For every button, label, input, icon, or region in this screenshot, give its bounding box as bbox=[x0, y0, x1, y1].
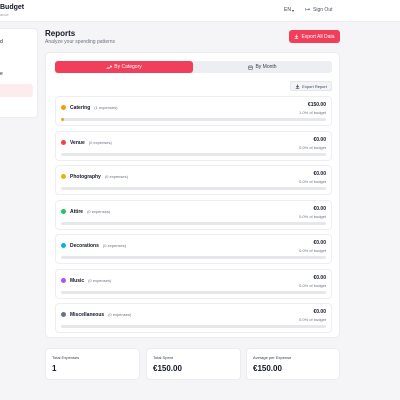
category-expense-count: (0 expenses) bbox=[87, 208, 111, 214]
reports-card: By Category By Month Export Report Cater… bbox=[45, 52, 340, 338]
category-name-label: Attire bbox=[70, 208, 84, 215]
category-color-dot bbox=[61, 105, 66, 110]
category-row: Decorations (0 expenses) €0.00 0.0% of budg… bbox=[55, 234, 332, 264]
export-all-data-button[interactable]: Export All Data bbox=[289, 30, 340, 43]
stat-total-expenses: Total Expenses 1 bbox=[45, 348, 140, 380]
stat-label: Average per Expense bbox=[253, 355, 292, 360]
category-amount: €0.00 bbox=[313, 136, 326, 143]
download-icon bbox=[295, 34, 299, 39]
category-amount: €0.00 bbox=[313, 205, 326, 212]
calendar-icon bbox=[248, 65, 254, 70]
export-all-data-label: Export All Data bbox=[301, 33, 335, 40]
sidebar: d e bbox=[0, 28, 38, 118]
logout-icon: ↦ bbox=[305, 6, 311, 13]
category-name: Decorations (0 expenses) bbox=[70, 243, 126, 249]
category-expense-count: (0 expenses) bbox=[104, 174, 128, 179]
category-budget-percent: 0.0% of budget bbox=[299, 248, 326, 253]
category-progress-fill bbox=[61, 118, 64, 121]
stat-value: €150.00 bbox=[253, 364, 282, 373]
category-progress-bar bbox=[61, 152, 326, 156]
brand-subtitle: ance bbox=[0, 12, 9, 17]
category-color-dot bbox=[61, 277, 66, 283]
category-budget-percent: 0.0% of budget bbox=[299, 213, 326, 219]
category-color-dot bbox=[61, 139, 66, 145]
category-expense-count: (0 expenses) bbox=[108, 312, 132, 317]
category-name-label: Miscellaneous bbox=[70, 312, 105, 318]
category-row: Catering (1 expenses) €150.00 1.0% of budge… bbox=[55, 96, 332, 126]
export-report-button[interactable]: Export Report bbox=[290, 81, 332, 91]
stat-average-per-expense: Average per Expense €150.00 bbox=[246, 348, 340, 380]
category-name: Music (0 expenses) bbox=[70, 278, 111, 284]
tab-by-category[interactable]: By Category bbox=[55, 61, 193, 73]
category-amount: €0.00 bbox=[313, 309, 326, 315]
report-tabs: By Category By Month bbox=[55, 61, 332, 73]
tab-by-month[interactable]: By Month bbox=[193, 61, 332, 73]
category-name-label: Venue bbox=[70, 139, 85, 146]
page-subtitle: Analyze your spending patterns bbox=[45, 39, 116, 45]
sidebar-item-1[interactable]: d bbox=[0, 39, 3, 45]
category-budget-percent: 0.0% of budget bbox=[299, 282, 326, 288]
sign-out-label: Sign Out bbox=[313, 7, 333, 13]
category-expense-count: (1 expenses) bbox=[94, 105, 118, 110]
language-selector[interactable]: EN ▾ bbox=[284, 7, 294, 13]
category-progress-bar bbox=[61, 325, 326, 328]
stat-label: Total Expenses bbox=[52, 355, 80, 360]
category-name-label: Photography bbox=[70, 174, 101, 180]
category-expense-count: (0 expenses) bbox=[88, 277, 112, 283]
category-row: Attire (0 expenses) €0.00 0.0% of budget bbox=[55, 199, 332, 230]
category-name: Attire (0 expenses) bbox=[70, 209, 110, 215]
category-expense-count: (0 expenses) bbox=[102, 243, 127, 248]
sidebar-item-active[interactable] bbox=[0, 84, 33, 97]
category-color-dot bbox=[61, 312, 66, 317]
category-budget-percent: 0.0% of budget bbox=[299, 317, 326, 322]
category-name-label: Catering bbox=[70, 105, 91, 111]
stat-total-spent: Total Spent €150.00 bbox=[146, 348, 241, 380]
category-budget-percent: 0.0% of budget bbox=[299, 144, 326, 150]
stat-value: 1 bbox=[52, 364, 57, 373]
category-expense-count: (0 expenses) bbox=[88, 139, 112, 145]
category-budget-percent: 1.0% of budget bbox=[299, 110, 326, 115]
category-row: Photography (0 expenses) €0.00 0.0% of budg… bbox=[55, 165, 332, 195]
category-name-label: Music bbox=[70, 277, 85, 284]
language-label: EN bbox=[284, 7, 291, 13]
category-budget-percent: 0.0% of budget bbox=[299, 179, 326, 184]
category-amount: €150.00 bbox=[307, 102, 326, 108]
export-report-label: Export Report bbox=[302, 83, 327, 89]
category-progress-bar bbox=[61, 187, 326, 190]
category-name: Catering (1 expenses) bbox=[70, 105, 117, 111]
category-progress-bar bbox=[61, 221, 326, 225]
brand-title: Budget bbox=[0, 4, 25, 11]
top-bar: Budget ance EN ▾ ↦ Sign Out bbox=[0, 0, 400, 22]
sidebar-item-2[interactable]: e bbox=[0, 71, 3, 77]
tab-by-month-label: By Month bbox=[255, 64, 277, 70]
category-progress-bar bbox=[61, 256, 326, 259]
category-row: Miscellaneous (0 expenses) €0.00 0.0% of bu… bbox=[55, 303, 332, 333]
stat-label: Total Spent bbox=[153, 355, 174, 360]
category-color-dot bbox=[61, 208, 66, 214]
category-row: Music (0 expenses) €0.00 0.0% of budget bbox=[55, 268, 332, 299]
category-progress-bar bbox=[61, 290, 326, 294]
category-name: Miscellaneous (0 expenses) bbox=[70, 312, 131, 318]
trend-icon bbox=[106, 65, 113, 69]
download-icon bbox=[295, 84, 300, 89]
category-amount: €0.00 bbox=[313, 240, 326, 246]
category-progress-bar bbox=[61, 118, 326, 121]
category-amount: €0.00 bbox=[313, 171, 326, 177]
tab-by-category-label: By Category bbox=[114, 64, 142, 70]
sign-out-button[interactable]: ↦ Sign Out bbox=[305, 6, 333, 14]
category-color-dot bbox=[61, 243, 66, 248]
category-name: Venue (0 expenses) bbox=[70, 140, 112, 146]
category-name-label: Decorations bbox=[70, 243, 99, 249]
category-amount: €0.00 bbox=[313, 274, 326, 281]
page-title: Reports bbox=[45, 29, 76, 38]
stat-value: €150.00 bbox=[153, 364, 182, 373]
category-color-dot bbox=[61, 174, 66, 179]
category-row: Venue (0 expenses) €0.00 0.0% of budget bbox=[55, 130, 332, 161]
chevron-down-icon: ▾ bbox=[291, 7, 294, 13]
category-name: Photography (0 expenses) bbox=[70, 174, 128, 180]
